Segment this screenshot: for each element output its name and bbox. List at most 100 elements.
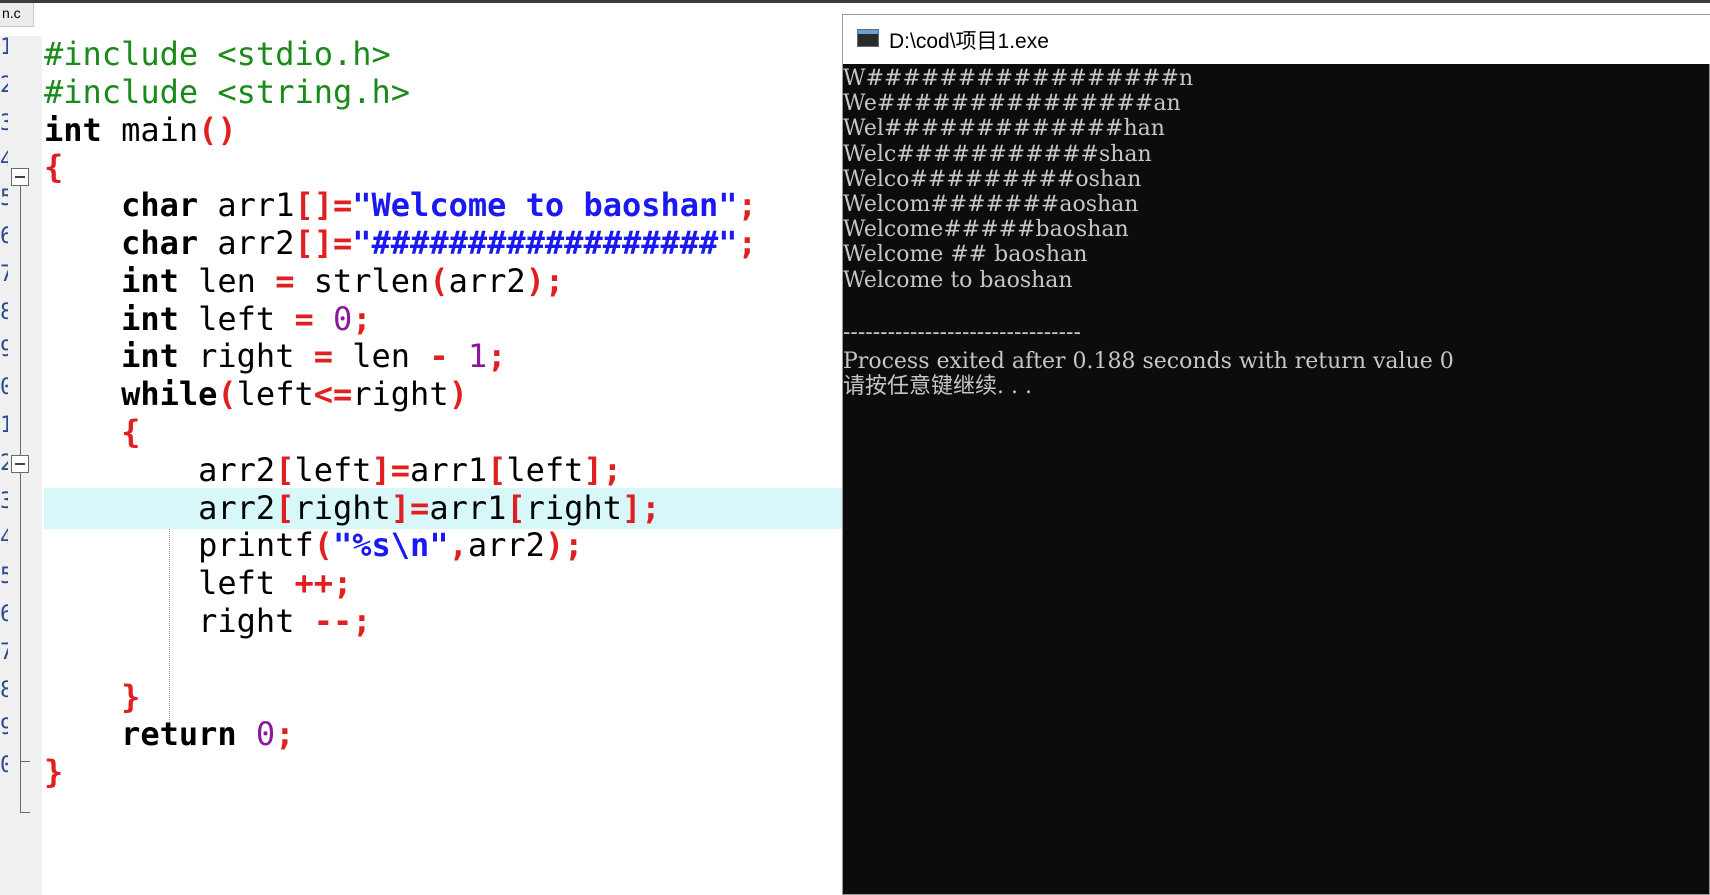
code-token: ++; <box>294 564 353 603</box>
code-token: ]= <box>371 450 411 489</box>
code-token: ; <box>352 299 372 338</box>
code-token: 0 <box>332 299 353 338</box>
line-number: 0 <box>0 753 8 779</box>
code-token: return <box>121 715 237 754</box>
code-token: left <box>178 299 295 338</box>
code-token: = <box>275 261 295 300</box>
fold-end-main <box>20 812 30 813</box>
code-line[interactable]: left ++; <box>44 563 842 604</box>
code-token: int <box>121 261 179 300</box>
code-line[interactable]: #include <stdio.h> <box>44 34 842 75</box>
code-line[interactable]: arr2[left]=arr1[left]; <box>44 450 842 491</box>
code-token: arr2 <box>44 450 276 489</box>
code-token: main <box>101 110 199 149</box>
code-token: arr2 <box>44 488 276 527</box>
code-line[interactable]: char arr1[]="Welcome to baoshan"; <box>44 185 842 226</box>
code-token: { <box>44 148 64 187</box>
code-editor[interactable]: #include <stdio.h> #include <string.h> int… <box>44 34 842 895</box>
code-token: - <box>429 337 449 376</box>
line-number: 5 <box>0 186 8 212</box>
line-number: 8 <box>0 299 8 325</box>
code-line[interactable]: int left = 0; <box>44 299 842 340</box>
line-number: 1 <box>0 413 8 438</box>
code-token: right <box>525 488 622 527</box>
code-token: arr1 <box>410 450 488 489</box>
code-token: []= <box>294 186 353 225</box>
code-token: ) <box>448 375 468 414</box>
code-token: while <box>121 375 218 414</box>
console-output[interactable]: W#################n We###############an We… <box>843 65 1710 894</box>
code-line[interactable]: return 0; <box>44 714 842 755</box>
console-output-line: Welcome#####baoshan <box>843 217 1129 243</box>
code-token: char <box>121 224 199 262</box>
console-output-line: We###############an <box>843 91 1181 117</box>
line-number: 1 <box>0 35 8 60</box>
console-output-line: Process exited after 0.188 seconds with … <box>843 349 1454 375</box>
console-output-line: Welco#########oshan <box>843 166 1142 192</box>
code-token: "%s\n" <box>332 526 449 565</box>
code-token: ); <box>544 526 584 565</box>
line-number: 3 <box>0 488 8 514</box>
code-token: int <box>121 299 179 338</box>
code-line[interactable]: arr2[right]=arr1[right]; <box>44 487 842 529</box>
code-token: arr1 <box>429 488 507 527</box>
code-token: , <box>448 526 468 565</box>
line-number: 9 <box>0 715 8 741</box>
code-token: left <box>44 564 295 603</box>
code-line[interactable]: char arr2[]="##################"; <box>44 223 842 264</box>
console-output-line: -------------------------------- <box>843 320 1081 345</box>
code-token: arr2 <box>198 224 295 262</box>
code-token: ( <box>429 261 449 300</box>
code-line[interactable]: } <box>44 677 842 718</box>
code-line[interactable]: { <box>44 412 842 453</box>
code-token: [ <box>506 488 526 527</box>
code-token: #include <string.h> <box>44 72 411 111</box>
code-token: #include <stdio.h> <box>44 35 391 73</box>
code-token: ; <box>737 224 757 262</box>
line-number: 2 <box>0 450 8 476</box>
code-line[interactable]: int main() <box>44 110 842 151</box>
code-token: ]; <box>583 450 622 489</box>
code-line[interactable]: printf("%s\n",arr2); <box>44 525 842 566</box>
line-number: 8 <box>0 677 8 703</box>
code-token: [ <box>487 450 507 489</box>
code-token: printf <box>44 526 314 565</box>
line-number: 6 <box>0 224 8 249</box>
code-token: ( <box>313 526 333 565</box>
code-token: int <box>44 110 102 149</box>
code-token: right <box>178 337 314 376</box>
console-title-bar[interactable]: D:\cod\项目1.exe <box>843 15 1710 64</box>
code-line[interactable] <box>44 639 842 680</box>
code-token: { <box>121 413 141 451</box>
console-window[interactable]: D:\cod\项目1.exe W#################n We####… <box>842 14 1710 895</box>
code-line[interactable]: { <box>44 147 842 188</box>
code-line[interactable]: } <box>44 752 842 793</box>
line-number-gutter: 1 2 3 4 5 6 7 8 9 0 1 2 3 4 5 6 7 8 9 0 <box>0 35 42 895</box>
code-token: ; <box>275 715 295 754</box>
line-number: 7 <box>0 261 8 287</box>
code-line[interactable]: int len = strlen(arr2); <box>44 261 842 302</box>
code-token: [ <box>275 450 295 489</box>
code-token: len <box>178 261 276 300</box>
code-token: "Welcome to baoshan" <box>352 186 738 225</box>
code-token: ); <box>525 261 565 300</box>
line-number: 9 <box>0 337 8 363</box>
code-line[interactable]: #include <string.h> <box>44 72 842 113</box>
code-line[interactable]: right --; <box>44 601 842 642</box>
fold-toggle-main-icon[interactable] <box>11 168 29 186</box>
code-token: ]; <box>621 488 661 527</box>
file-tab[interactable]: n.c <box>0 3 34 27</box>
fold-toggle-while-icon[interactable] <box>11 455 29 473</box>
console-output-line: W#################n <box>843 66 1194 91</box>
code-line[interactable]: int right = len - 1; <box>44 336 842 377</box>
code-token: ; <box>737 186 757 225</box>
code-line[interactable]: while(left<=right) <box>44 374 842 415</box>
file-tab-label: n.c <box>2 5 21 21</box>
console-output-line: Welcome ## baoshan <box>843 242 1088 268</box>
